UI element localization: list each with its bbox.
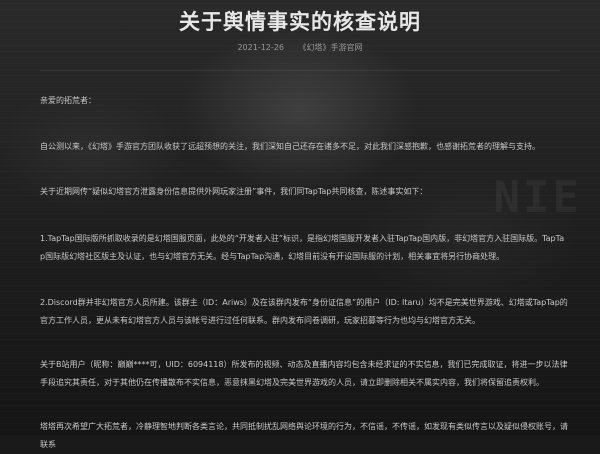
paragraph-point-1: 1.TapTap国际版所抓取收录的是幻塔国服页面，此处的“开发者入驻”标识，是指… <box>40 234 565 261</box>
paragraph-bilibili: 关于B站用户（昵称：巅巅****可，UID：6094118）所发布的视频、动态及… <box>40 360 568 387</box>
article-meta: 2021-12-26 《幻塔》手游官网 <box>0 42 600 53</box>
article-source: 《幻塔》手游官网 <box>298 43 363 52</box>
paragraph-closing: 塔塔再次希望广大拓荒者，冷静理智地判断各类言论，共同抵制扰乱网络舆论环境的行为，… <box>40 422 568 449</box>
paragraph-greeting: 亲爱的拓荒者： <box>40 96 96 105</box>
paragraph-intro: 自公测以来，《幻塔》手游官方团队收获了远超预想的关注，我们深知自己还存在诸多不足… <box>40 142 540 151</box>
title-divider <box>40 70 560 71</box>
paragraph-statement: 关于近期网传“疑似幻塔官方泄露身份信息提供外网玩家注册”事件，我们同TapTap… <box>40 187 428 196</box>
paragraph-point-2: 2.Discord群并非幻塔官方人员所建。该群主（ID：Ariws）及在该群内发… <box>40 298 568 325</box>
article-title: 关于舆情事实的核查说明 <box>179 10 421 34</box>
article-date: 2021-12-26 <box>237 43 284 52</box>
